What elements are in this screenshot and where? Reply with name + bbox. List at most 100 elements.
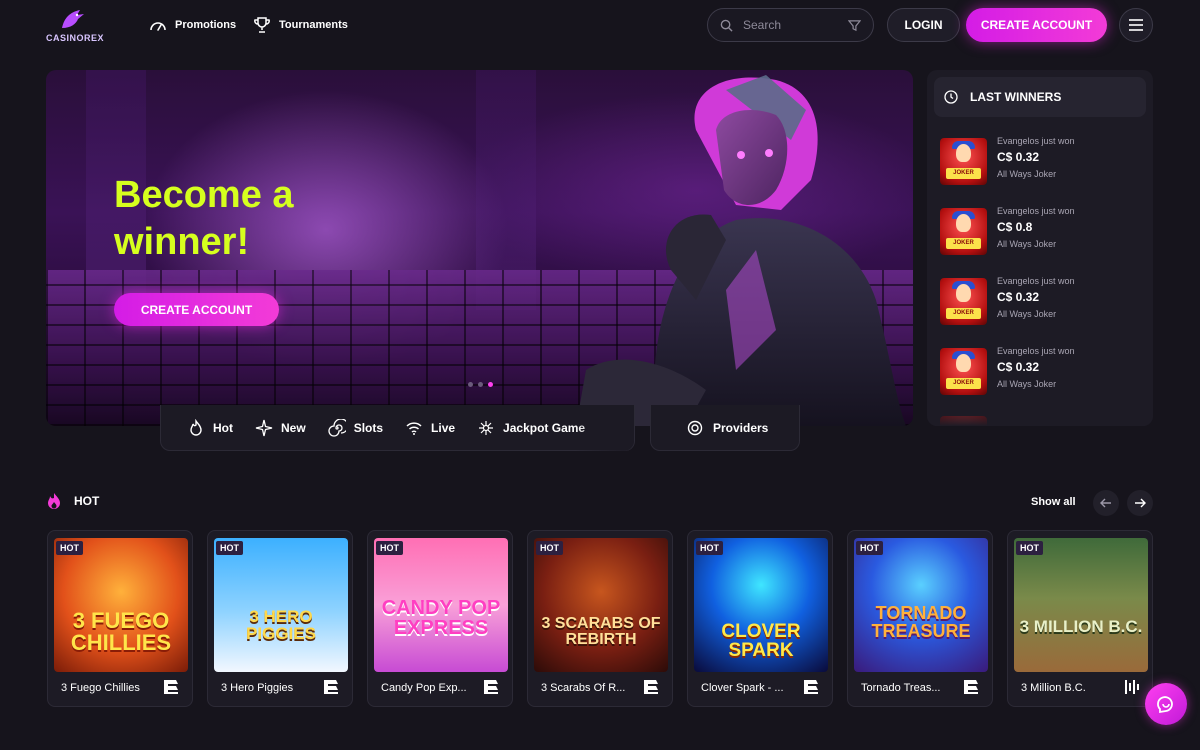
hot-badge: HOT [696,541,723,555]
nav-promotions-label: Promotions [175,19,237,31]
nav-tournaments-label: Tournaments [279,19,348,31]
arrow-left-icon [1100,498,1111,508]
provider-logo-icon [1125,680,1139,694]
winner-game: All Ways Joker [997,379,1057,389]
provider-logo-icon [324,680,338,694]
scroll-right-button[interactable] [1127,490,1153,516]
clock-icon [944,90,958,104]
search-icon [720,19,733,32]
game-art-title: CLOVER SPARK [721,621,801,661]
category-hot-label: Hot [213,420,233,435]
hot-section-header: HOT [46,492,99,510]
provider-logo-icon [804,680,818,694]
category-live-label: Live [431,420,456,435]
wifi-icon [406,421,422,435]
winner-amount: C$ 0.32 [997,150,1040,164]
game-card[interactable]: HOT 3 FUEGO CHILLIES 3 Fuego Chillies [47,530,193,707]
category-slots[interactable]: Slots [328,418,384,437]
hot-badge: HOT [856,541,883,555]
scroll-left-button[interactable] [1093,490,1119,516]
category-scroll-fade [574,405,634,451]
game-name: 3 Scarabs Of R... [541,682,626,694]
game-art-title: TORNADO TREASURE [871,603,971,641]
hot-badge: HOT [376,541,403,555]
arrow-right-icon [1135,498,1146,508]
chat-support-button[interactable] [1145,683,1187,725]
game-art-title: 3 MILLION B.C. [1019,617,1143,636]
menu-button[interactable] [1119,8,1153,42]
winner-item[interactable]: JOKER Evangelos just won C$ 0.32 All Way… [940,136,1140,192]
winner-amount: C$ 0.32 [997,360,1040,374]
game-thumbnail[interactable]: HOT 3 FUEGO CHILLIES [54,538,188,672]
winner-game: All Ways Joker [997,169,1057,179]
category-jackpot[interactable]: Jackpot Game [477,419,585,437]
game-card[interactable]: HOT 3 MILLION B.C. 3 Million B.C. [1007,530,1153,707]
game-name: Clover Spark - ... [701,682,784,694]
star-burst-icon [479,420,494,435]
hot-badge: HOT [1016,541,1043,555]
game-thumbnail[interactable]: HOT CLOVER SPARK [694,538,828,672]
fire-icon [190,418,202,436]
carousel-dot[interactable] [468,382,473,387]
game-name: Candy Pop Exp... [381,682,467,694]
hero-character-illustration [576,75,906,426]
game-thumbnail[interactable]: HOT TORNADO TREASURE [854,538,988,672]
providers-label: Providers [713,420,769,435]
hot-badge: HOT [216,541,243,555]
carousel-dot[interactable] [478,382,483,387]
providers-icon [687,420,703,435]
hero-carousel-dots [468,382,493,387]
game-name: 3 Million B.C. [1021,682,1086,694]
game-art-title: CANDY POP EXPRESS [381,597,501,639]
game-card[interactable]: HOT 3 SCARABS OF REBIRTH 3 Scarabs Of R.… [527,530,673,707]
game-name: 3 Fuego Chillies [61,682,140,694]
category-new[interactable]: New [255,419,306,437]
create-account-button[interactable]: CREATE ACCOUNT [966,8,1107,42]
category-slots-label: Slots [353,420,384,435]
game-name: Tornado Treas... [861,682,941,694]
login-button[interactable]: LOGIN [887,8,960,42]
game-name: 3 Hero Piggies [221,682,294,694]
game-card[interactable]: HOT 3 HERO PIGGIES 3 Hero Piggies [207,530,353,707]
game-thumbnail[interactable]: HOT 3 MILLION B.C. [1014,538,1148,672]
winner-item[interactable]: JOKER Evangelos just won C$ 0.32 All Way… [940,276,1140,332]
nav-tournaments[interactable]: Tournaments [253,14,348,36]
game-thumbnail[interactable]: HOT CANDY POP EXPRESS [374,538,508,672]
hero-create-account-button[interactable]: CREATE ACCOUNT [114,293,279,326]
dragon-logo-icon [62,10,84,28]
game-thumbnail[interactable]: HOT 3 HERO PIGGIES [214,538,348,672]
gauge-icon [150,22,166,31]
hero-banner[interactable]: Become a winner! CREATE ACCOUNT [46,70,913,426]
sparkle-icon [255,419,273,436]
game-card[interactable]: HOT CLOVER SPARK Clover Spark - ... [687,530,833,707]
winner-item[interactable]: JOKER Evangelos just won C$ 0.32 All Way… [940,346,1140,402]
winner-name: Evangelos just won [997,276,1075,286]
spiral-icon [328,418,346,437]
game-art-title: 3 FUEGO CHILLIES [70,608,172,655]
nav-promotions[interactable]: Promotions [149,14,236,36]
winner-game: All Ways Joker [997,309,1057,319]
casinorex-logo[interactable]: CASINOREX [46,8,106,44]
fire-icon [48,493,60,509]
last-winners-header: LAST WINNERS [934,77,1146,117]
game-thumbnail[interactable]: HOT 3 SCARABS OF REBIRTH [534,538,668,672]
joker-game-thumbnail: JOKER [940,208,987,255]
winner-item[interactable]: JOKER Evangelos just won C$ 0.8 All Ways… [940,206,1140,262]
carousel-dot-active[interactable] [488,382,493,387]
providers-button[interactable]: Providers [650,405,800,451]
show-all-link[interactable]: Show all [1031,496,1076,508]
hot-badge: HOT [56,541,83,555]
category-live[interactable]: Live [405,419,455,437]
hot-section-title: HOT [74,494,100,508]
chat-icon [1157,696,1173,714]
category-hot[interactable]: Hot [187,418,233,437]
game-card[interactable]: HOT TORNADO TREASURE Tornado Treas... [847,530,993,707]
logo-text: CASINOREX [46,33,105,43]
search-input[interactable] [743,18,848,32]
provider-logo-icon [644,680,658,694]
joker-game-thumbnail: JOKER [940,278,987,325]
game-card[interactable]: HOT CANDY POP EXPRESS Candy Pop Exp... [367,530,513,707]
provider-logo-icon [164,680,178,694]
hamburger-icon [1129,19,1143,31]
filter-icon[interactable] [848,19,861,32]
